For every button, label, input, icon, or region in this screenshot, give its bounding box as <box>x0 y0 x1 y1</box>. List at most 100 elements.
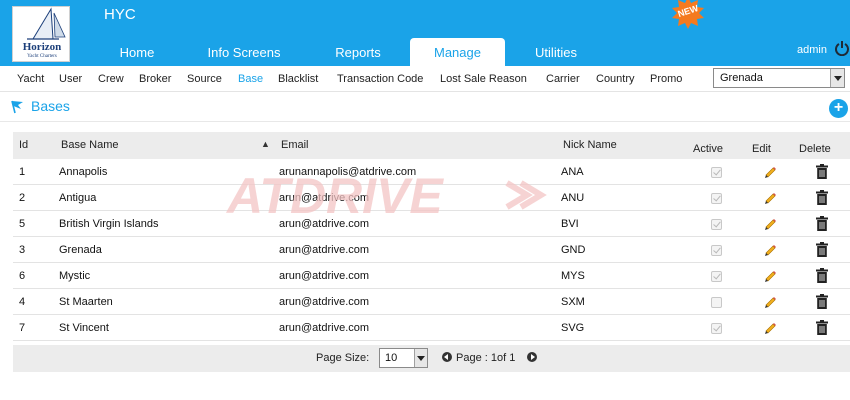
page-title: Bases <box>31 98 70 114</box>
chevron-down-icon[interactable] <box>830 69 844 87</box>
add-base-button[interactable]: + <box>829 99 848 118</box>
table-row[interactable]: 1 Annapolis arunannapolis@atdrive.com ANA <box>13 159 850 185</box>
subnav-carrier[interactable]: Carrier <box>546 73 580 85</box>
subnav-base[interactable]: Base <box>238 73 263 85</box>
column-id[interactable]: Id <box>19 139 28 151</box>
column-edit: Edit <box>752 143 771 155</box>
table-row[interactable]: 3 Grenada arun@atdrive.com GND <box>13 237 850 263</box>
tab-manage[interactable]: Manage <box>410 38 505 66</box>
tab-home[interactable]: Home <box>100 38 174 66</box>
cell-base-name: St Maarten <box>59 296 113 308</box>
table-row[interactable]: 5 British Virgin Islands arun@atdrive.com B… <box>13 211 850 237</box>
flag-icon <box>11 100 23 114</box>
page-indicator: Page : 1of 1 <box>456 352 516 364</box>
subnav-blacklist[interactable]: Blacklist <box>278 73 318 85</box>
base-select-value: Grenada <box>720 72 763 84</box>
active-checkbox[interactable] <box>711 167 722 178</box>
active-checkbox[interactable] <box>711 323 722 334</box>
cell-nick-name: SXM <box>561 296 585 308</box>
user-name[interactable]: admin <box>797 44 827 56</box>
column-active: Active <box>693 143 723 155</box>
table-row[interactable]: 4 St Maarten arun@atdrive.com SXM <box>13 289 850 315</box>
cell-id: 2 <box>19 192 26 204</box>
divider <box>0 121 850 122</box>
pencil-icon[interactable] <box>763 268 777 282</box>
chevron-down-icon[interactable] <box>414 349 427 367</box>
trash-icon[interactable] <box>816 320 828 335</box>
trash-icon[interactable] <box>816 242 828 257</box>
table-header: Id Base Name ▲︎ Email Nick Name Active E… <box>13 132 850 159</box>
power-icon[interactable] <box>834 40 850 56</box>
active-checkbox[interactable] <box>711 245 722 256</box>
active-checkbox[interactable] <box>711 297 722 308</box>
cell-email: arun@atdrive.com <box>279 322 370 334</box>
table-row[interactable]: 2 Antigua arun@atdrive.com ANU <box>13 185 850 211</box>
cell-id: 5 <box>19 218 26 230</box>
column-base-name[interactable]: Base Name <box>61 139 118 151</box>
subnav-user[interactable]: User <box>59 73 82 85</box>
subnav-broker[interactable]: Broker <box>139 73 171 85</box>
column-email[interactable]: Email <box>281 139 309 151</box>
tab-info-screens[interactable]: Info Screens <box>192 38 296 66</box>
page-size-value: 10 <box>385 352 398 364</box>
cell-nick-name: GND <box>561 244 586 256</box>
pencil-icon[interactable] <box>763 320 777 334</box>
active-checkbox[interactable] <box>711 271 722 282</box>
pencil-icon[interactable] <box>763 294 777 308</box>
tab-reports[interactable]: Reports <box>318 38 398 66</box>
trash-icon[interactable] <box>816 268 828 283</box>
logo-name: Horizon <box>22 41 62 53</box>
cell-id: 3 <box>19 244 26 256</box>
table-row[interactable]: 6 Mystic arun@atdrive.com MYS <box>13 263 850 289</box>
sort-icon[interactable]: ▲︎ <box>261 139 270 149</box>
base-select[interactable]: Grenada <box>713 68 845 88</box>
trash-icon[interactable] <box>816 190 828 205</box>
trash-icon[interactable] <box>816 164 828 179</box>
page-size-select[interactable]: 10 <box>379 348 428 368</box>
cell-base-name: St Vincent <box>59 322 109 334</box>
cell-nick-name: ANU <box>561 192 585 204</box>
trash-icon[interactable] <box>816 216 828 231</box>
pager: Page Size: 10 Page : 1of 1 <box>13 345 850 372</box>
cell-base-name: British Virgin Islands <box>59 218 159 230</box>
pencil-icon[interactable] <box>763 216 777 230</box>
table-row[interactable]: 7 St Vincent arun@atdrive.com SVG <box>13 315 850 341</box>
pencil-icon[interactable] <box>763 242 777 256</box>
column-nick-name[interactable]: Nick Name <box>563 139 617 151</box>
cell-email: arun@atdrive.com <box>279 192 370 204</box>
cell-email: arun@atdrive.com <box>279 270 370 282</box>
subnav-source[interactable]: Source <box>187 73 222 85</box>
horizon-logo[interactable]: Horizon Yacht Charters <box>12 6 70 62</box>
trash-icon[interactable] <box>816 294 828 309</box>
cell-nick-name: ANA <box>561 166 584 178</box>
sail-icon <box>27 7 66 40</box>
cell-base-name: Annapolis <box>59 166 108 178</box>
page-size-label: Page Size: <box>316 352 370 364</box>
active-checkbox[interactable] <box>711 219 722 230</box>
subnav-promo[interactable]: Promo <box>650 73 682 85</box>
subnav-yacht[interactable]: Yacht <box>17 73 44 85</box>
cell-nick-name: BVI <box>561 218 579 230</box>
pencil-icon[interactable] <box>763 164 777 178</box>
cell-nick-name: SVG <box>561 322 585 334</box>
prev-page-icon[interactable] <box>442 352 452 362</box>
tab-utilities[interactable]: Utilities <box>518 38 594 66</box>
cell-email: arun@atdrive.com <box>279 244 370 256</box>
bases-table: Id Base Name ▲︎ Email Nick Name Active E… <box>13 132 850 372</box>
next-page-icon[interactable] <box>527 352 537 362</box>
subnav-transaction-code[interactable]: Transaction Code <box>337 73 423 85</box>
cell-id: 4 <box>19 296 26 308</box>
cell-email: arun@atdrive.com <box>279 218 370 230</box>
active-checkbox[interactable] <box>711 193 722 204</box>
logo-subtitle: Yacht Charters <box>27 54 57 59</box>
pencil-icon[interactable] <box>763 190 777 204</box>
app-window: Horizon Yacht Charters HYC NEW Home Info… <box>0 0 850 400</box>
subnav-lost-sale-reason[interactable]: Lost Sale Reason <box>440 73 527 85</box>
new-badge[interactable]: NEW <box>671 0 705 30</box>
cell-base-name: Antigua <box>59 192 97 204</box>
subnav-crew[interactable]: Crew <box>98 73 124 85</box>
cell-email: arunannapolis@atdrive.com <box>279 166 417 178</box>
cell-base-name: Mystic <box>59 270 91 282</box>
cell-id: 6 <box>19 270 26 282</box>
subnav-country[interactable]: Country <box>596 73 635 85</box>
